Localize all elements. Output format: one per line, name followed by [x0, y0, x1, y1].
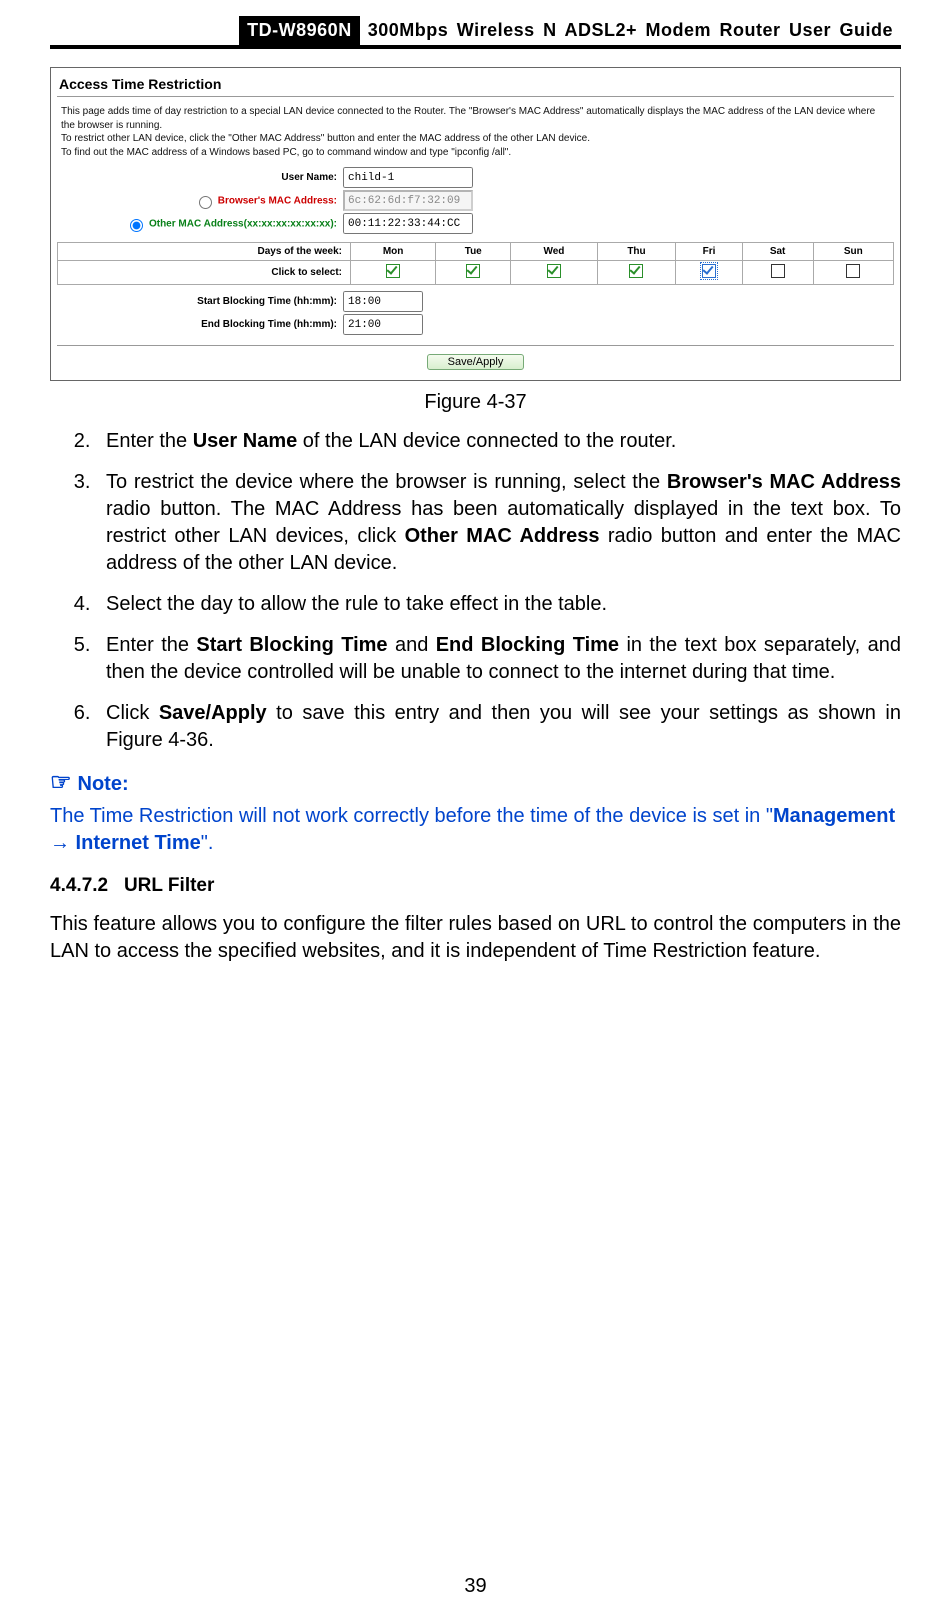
checkbox-thu[interactable]	[629, 264, 643, 278]
browser-mac-radio[interactable]	[199, 196, 212, 209]
panel-title: Access Time Restriction	[59, 76, 894, 92]
browser-mac-input	[343, 190, 473, 211]
day-fri: Fri	[676, 243, 742, 261]
note-heading: ☞Note:	[50, 768, 901, 797]
section-heading: 4.4.7.2 URL Filter	[50, 875, 901, 897]
steps-list: Enter the User Name of the LAN device co…	[50, 428, 901, 754]
screenshot-panel: Access Time Restriction This page adds t…	[50, 67, 901, 381]
checkbox-sat[interactable]	[771, 264, 785, 278]
step-5: Enter the Start Blocking Time and End Bl…	[96, 632, 901, 686]
day-sat: Sat	[742, 243, 813, 261]
click-row-label: Click to select:	[58, 261, 351, 285]
note-body: The Time Restriction will not work corre…	[50, 803, 901, 857]
username-label: User Name:	[57, 172, 343, 183]
section-body: This feature allows you to configure the…	[50, 911, 901, 965]
step-2: Enter the User Name of the LAN device co…	[96, 428, 901, 455]
checkbox-wed[interactable]	[547, 264, 561, 278]
days-table: Days of the week: Mon Tue Wed Thu Fri Sa…	[57, 242, 894, 285]
arrow-icon: →	[50, 832, 70, 854]
day-sun: Sun	[813, 243, 893, 261]
other-mac-label: Other MAC Address(xx:xx:xx:xx:xx:xx):	[57, 216, 343, 232]
other-mac-input[interactable]	[343, 213, 473, 234]
day-mon: Mon	[351, 243, 436, 261]
pointing-hand-icon: ☞	[50, 769, 72, 796]
checkbox-sun[interactable]	[846, 264, 860, 278]
days-row-label: Days of the week:	[58, 243, 351, 261]
start-time-input[interactable]	[343, 291, 423, 312]
checkbox-mon[interactable]	[386, 264, 400, 278]
step-4: Select the day to allow the rule to take…	[96, 591, 901, 618]
day-tue: Tue	[436, 243, 511, 261]
page-header: TD-W8960N 300Mbps Wireless N ADSL2+ Mode…	[50, 16, 901, 49]
checkbox-fri[interactable]	[702, 264, 716, 278]
page-number: 39	[0, 1575, 951, 1598]
other-mac-radio[interactable]	[130, 219, 143, 232]
day-wed: Wed	[511, 243, 597, 261]
start-time-label: Start Blocking Time (hh:mm):	[57, 296, 343, 307]
model-badge: TD-W8960N	[239, 16, 360, 45]
day-thu: Thu	[597, 243, 676, 261]
figure-caption: Figure 4-37	[50, 391, 901, 414]
username-input[interactable]	[343, 167, 473, 188]
panel-description: This page adds time of day restriction t…	[61, 105, 890, 159]
end-time-input[interactable]	[343, 314, 423, 335]
guide-title: 300Mbps Wireless N ADSL2+ Modem Router U…	[360, 16, 901, 45]
step-6: Click Save/Apply to save this entry and …	[96, 700, 901, 754]
checkbox-tue[interactable]	[466, 264, 480, 278]
end-time-label: End Blocking Time (hh:mm):	[57, 319, 343, 330]
browser-mac-label: Browser's MAC Address:	[57, 193, 343, 209]
save-apply-button[interactable]: Save/Apply	[427, 354, 525, 370]
step-3: To restrict the device where the browser…	[96, 469, 901, 577]
